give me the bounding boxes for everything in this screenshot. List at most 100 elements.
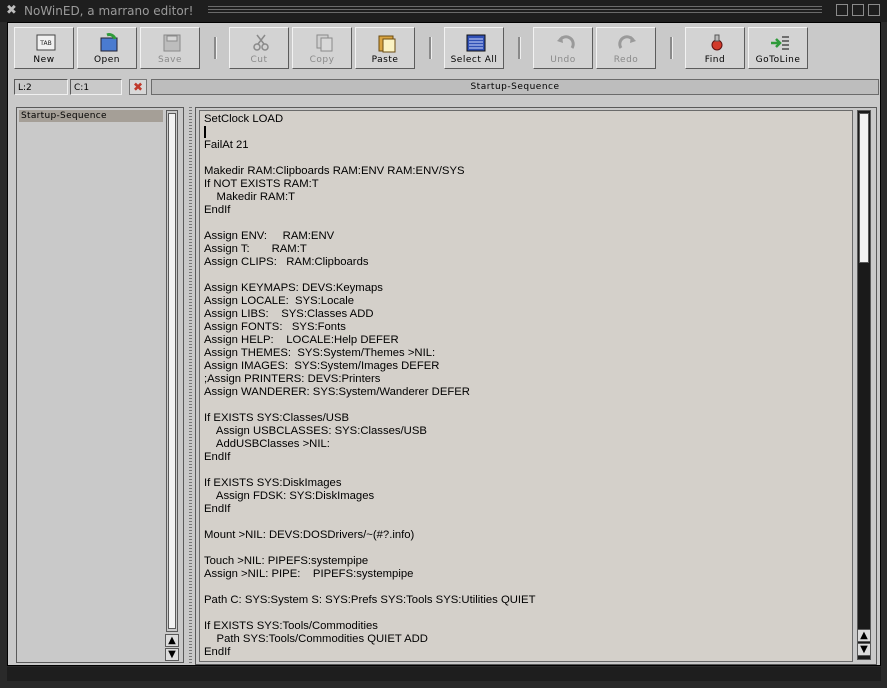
editor-line[interactable]: If EXISTS SYS:Classes/USB — [204, 412, 349, 425]
window-bottom-border — [7, 667, 881, 681]
status-row: L:2 C:1 ✖ Startup-Sequence — [8, 77, 880, 97]
editor-line[interactable]: Assign >NIL: PIPE: PIPEFS:systempipe — [204, 568, 413, 581]
file-list[interactable]: Startup-Sequence — [19, 110, 163, 658]
editor-line[interactable]: Touch >NIL: PIPEFS:systempipe — [204, 555, 368, 568]
select-all-button-label: Select All — [450, 55, 498, 65]
select-all-icon — [466, 34, 486, 52]
close-tab-button[interactable]: ✖ — [129, 79, 147, 95]
goto-line-button-label: GoToLine — [755, 55, 801, 65]
editor-window: ✖ NoWinED, a marrano editor! TAB New Ope… — [0, 0, 887, 688]
editor-scroll-up-icon[interactable]: ▲ — [857, 629, 871, 642]
redo-icon — [618, 35, 636, 49]
new-button-label: New — [33, 55, 55, 65]
editor-line[interactable]: ;Assign PRINTERS: DEVS:Printers — [204, 373, 380, 386]
editor-line[interactable]: Assign THEMES: SYS:System/Themes >NIL: — [204, 347, 435, 360]
cut-button[interactable]: Cut — [229, 27, 289, 69]
main-panel: TAB New Open Save Cut Copy Paste Select … — [7, 22, 881, 666]
undo-icon — [557, 35, 575, 49]
line-indicator: L:2 — [14, 79, 68, 95]
editor-line[interactable]: EndIf — [204, 646, 230, 659]
editor-line[interactable]: Assign CLIPS: RAM:Clipboards — [204, 256, 369, 269]
list-item[interactable]: Startup-Sequence — [19, 110, 163, 122]
file-list-scroll-knob[interactable] — [168, 113, 176, 629]
editor-scroll-down-icon[interactable]: ▼ — [857, 643, 871, 656]
paste-button[interactable]: Paste — [355, 27, 415, 69]
title-bar-drag-stripes[interactable] — [208, 6, 822, 15]
toolbar-separator — [214, 37, 217, 59]
editor-line[interactable]: Assign T: RAM:T — [204, 243, 307, 256]
file-list-scrollbar[interactable] — [166, 110, 178, 632]
editor-line[interactable]: Assign LIBS: SYS:Classes ADD — [204, 308, 374, 321]
column-indicator: C:1 — [70, 79, 122, 95]
copy-icon — [316, 34, 333, 52]
editor-line[interactable]: Assign ENV: RAM:ENV — [204, 230, 334, 243]
window-title: NoWinED, a marrano editor! — [24, 4, 194, 18]
iconify-icon[interactable] — [836, 4, 848, 16]
tab-new-icon: TAB — [36, 34, 56, 51]
floppy-icon — [163, 34, 181, 52]
editor-line[interactable]: Path C: SYS:System S: SYS:Prefs SYS:Tool… — [204, 594, 535, 607]
find-icon — [711, 34, 723, 51]
scroll-down-icon[interactable]: ▼ — [165, 648, 179, 661]
zoom-icon[interactable] — [852, 4, 864, 16]
toolbar-separator — [429, 37, 432, 59]
save-button-label: Save — [157, 55, 183, 65]
editor-line[interactable]: If NOT EXISTS RAM:T — [204, 178, 319, 191]
editor-line[interactable]: If EXISTS SYS:Tools/Commodities — [204, 620, 378, 633]
redo-button[interactable]: Redo — [596, 27, 656, 69]
editor-line[interactable]: Assign KEYMAPS: DEVS:Keymaps — [204, 282, 383, 295]
editor-line[interactable]: Assign FDSK: SYS:DiskImages — [204, 490, 374, 503]
editor-line[interactable]: EndIf — [204, 503, 230, 516]
editor-line[interactable]: Assign LOCALE: SYS:Locale — [204, 295, 354, 308]
editor-line[interactable]: Assign USBCLASSES: SYS:Classes/USB — [204, 425, 427, 438]
goto-line-icon — [771, 36, 789, 50]
close-window-icon[interactable]: ✖ — [6, 3, 17, 18]
editor-line[interactable]: AddUSBClasses >NIL: — [204, 438, 330, 451]
editor-line[interactable]: Assign IMAGES: SYS:System/Images DEFER — [204, 360, 439, 373]
undo-button[interactable]: Undo — [533, 27, 593, 69]
editor-line[interactable]: Makedir RAM:Clipboards RAM:ENV RAM:ENV/S… — [204, 165, 465, 178]
pane-splitter[interactable] — [189, 107, 192, 663]
copy-button[interactable]: Copy — [292, 27, 352, 69]
editor-line[interactable]: Makedir RAM:T — [204, 191, 295, 204]
paste-button-label: Paste — [371, 55, 399, 65]
editor-line[interactable]: EndIf — [204, 451, 230, 464]
goto-line-button[interactable]: GoToLine — [748, 27, 808, 69]
find-button[interactable]: Find — [685, 27, 745, 69]
undo-button-label: Undo — [550, 55, 576, 65]
text-editor[interactable]: SetClock LOAD FailAt 21 Makedir RAM:Clipbo… — [199, 110, 853, 662]
toolbar-separator — [670, 37, 673, 59]
redo-button-label: Redo — [613, 55, 639, 65]
svg-text:TAB: TAB — [39, 40, 51, 47]
document-tab-title[interactable]: Startup-Sequence — [151, 79, 879, 95]
editor-line[interactable]: Assign WANDERER: SYS:System/Wanderer DEF… — [204, 386, 470, 399]
editor-line[interactable]: Mount >NIL: DEVS:DOSDrivers/~(#?.info) — [204, 529, 414, 542]
title-bar[interactable]: ✖ NoWinED, a marrano editor! — [0, 0, 887, 22]
editor-scrollbar[interactable] — [857, 110, 871, 660]
cut-button-label: Cut — [250, 55, 268, 65]
editor-line[interactable]: SetClock LOAD — [204, 113, 283, 126]
scissors-icon — [253, 34, 269, 51]
select-all-button[interactable]: Select All — [444, 27, 504, 69]
editor-scroll-knob[interactable] — [859, 113, 869, 263]
new-button[interactable]: TAB New — [14, 27, 74, 69]
depth-icon[interactable] — [868, 4, 880, 16]
editor-line[interactable]: If EXISTS SYS:DiskImages — [204, 477, 342, 490]
editor-line[interactable]: Path SYS:Tools/Commodities QUIET ADD — [204, 633, 428, 646]
editor-frame: SetClock LOAD FailAt 21 Makedir RAM:Clipbo… — [195, 107, 877, 665]
find-button-label: Find — [704, 55, 726, 65]
open-button-label: Open — [93, 55, 121, 65]
file-list-panel: Startup-Sequence ▲ ▼ — [16, 107, 184, 663]
toolbar: TAB New Open Save Cut Copy Paste Select … — [8, 23, 880, 75]
editor-line[interactable]: Assign HELP: LOCALE:Help DEFER — [204, 334, 399, 347]
editor-line[interactable]: FailAt 21 — [204, 139, 249, 152]
paste-icon — [378, 35, 396, 53]
save-button[interactable]: Save — [140, 27, 200, 69]
editor-line[interactable]: EndIf — [204, 204, 230, 217]
editor-line[interactable]: Assign FONTS: SYS:Fonts — [204, 321, 346, 334]
text-cursor — [204, 126, 206, 138]
open-button[interactable]: Open — [77, 27, 137, 69]
copy-button-label: Copy — [309, 55, 335, 65]
scroll-up-icon[interactable]: ▲ — [165, 634, 179, 647]
toolbar-separator — [518, 37, 521, 59]
